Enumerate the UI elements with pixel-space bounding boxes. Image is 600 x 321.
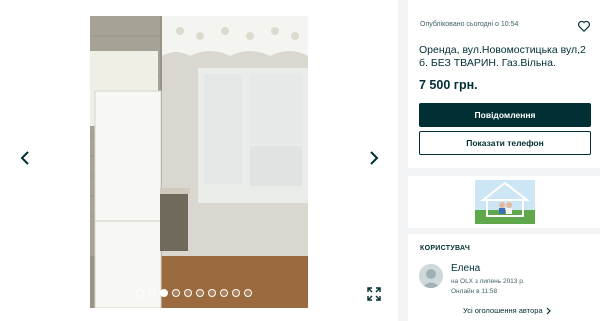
fullscreen-button[interactable] bbox=[367, 287, 381, 301]
user-avatar-icon bbox=[419, 264, 443, 288]
gallery-dot[interactable] bbox=[244, 289, 252, 297]
chevron-right-icon bbox=[546, 307, 551, 314]
all-author-ads-label: Усі оголошення автора bbox=[463, 306, 543, 315]
gallery-dots bbox=[136, 289, 252, 297]
heart-outline-icon bbox=[578, 20, 590, 32]
house-family-image bbox=[475, 180, 535, 224]
gallery-dot[interactable] bbox=[208, 289, 216, 297]
gallery-prev-button[interactable] bbox=[17, 150, 33, 166]
chevron-right-icon bbox=[370, 151, 379, 165]
photo-gallery bbox=[0, 0, 398, 321]
gallery-next-button[interactable] bbox=[366, 150, 382, 166]
kitchen-photo-image bbox=[90, 16, 308, 308]
banner-card bbox=[408, 176, 600, 228]
gallery-dot[interactable] bbox=[148, 289, 156, 297]
all-author-ads-link[interactable]: Усі оголошення автора bbox=[463, 306, 551, 315]
user-name: Елена bbox=[451, 263, 481, 274]
user-section-heading: КОРИСТУВАЧ bbox=[420, 245, 471, 252]
listing-card: Опубліковано сьогодні о 10:54 Оренда, ву… bbox=[408, 0, 600, 168]
user-member-since: на OLX з липень 2013 р. bbox=[451, 278, 525, 285]
chevron-left-icon bbox=[20, 151, 29, 165]
listing-title: Оренда, вул.Новомостицька вул,2 б. БЕЗ Т… bbox=[419, 44, 586, 69]
listing-photo[interactable] bbox=[90, 16, 308, 308]
gallery-dot[interactable] bbox=[136, 289, 144, 297]
banner-image[interactable] bbox=[475, 180, 535, 224]
gallery-dot[interactable] bbox=[220, 289, 228, 297]
gallery-dot[interactable] bbox=[172, 289, 180, 297]
show-phone-button[interactable]: Показати телефон bbox=[419, 131, 591, 155]
expand-icon bbox=[367, 287, 381, 301]
favorite-button[interactable] bbox=[577, 19, 591, 33]
gallery-dot[interactable] bbox=[232, 289, 240, 297]
user-card: КОРИСТУВАЧ Елена на OLX з липень 2013 р.… bbox=[408, 234, 600, 321]
message-button[interactable]: Повідомлення bbox=[419, 103, 591, 127]
avatar[interactable] bbox=[419, 264, 443, 288]
listing-price: 7 500 грн. bbox=[419, 78, 478, 92]
gallery-dot[interactable] bbox=[184, 289, 192, 297]
gallery-dot-active[interactable] bbox=[160, 289, 168, 297]
gallery-dot[interactable] bbox=[196, 289, 204, 297]
posted-date: Опубліковано сьогодні о 10:54 bbox=[420, 21, 519, 28]
user-last-online: Онлайн в 11:58 bbox=[451, 288, 498, 295]
